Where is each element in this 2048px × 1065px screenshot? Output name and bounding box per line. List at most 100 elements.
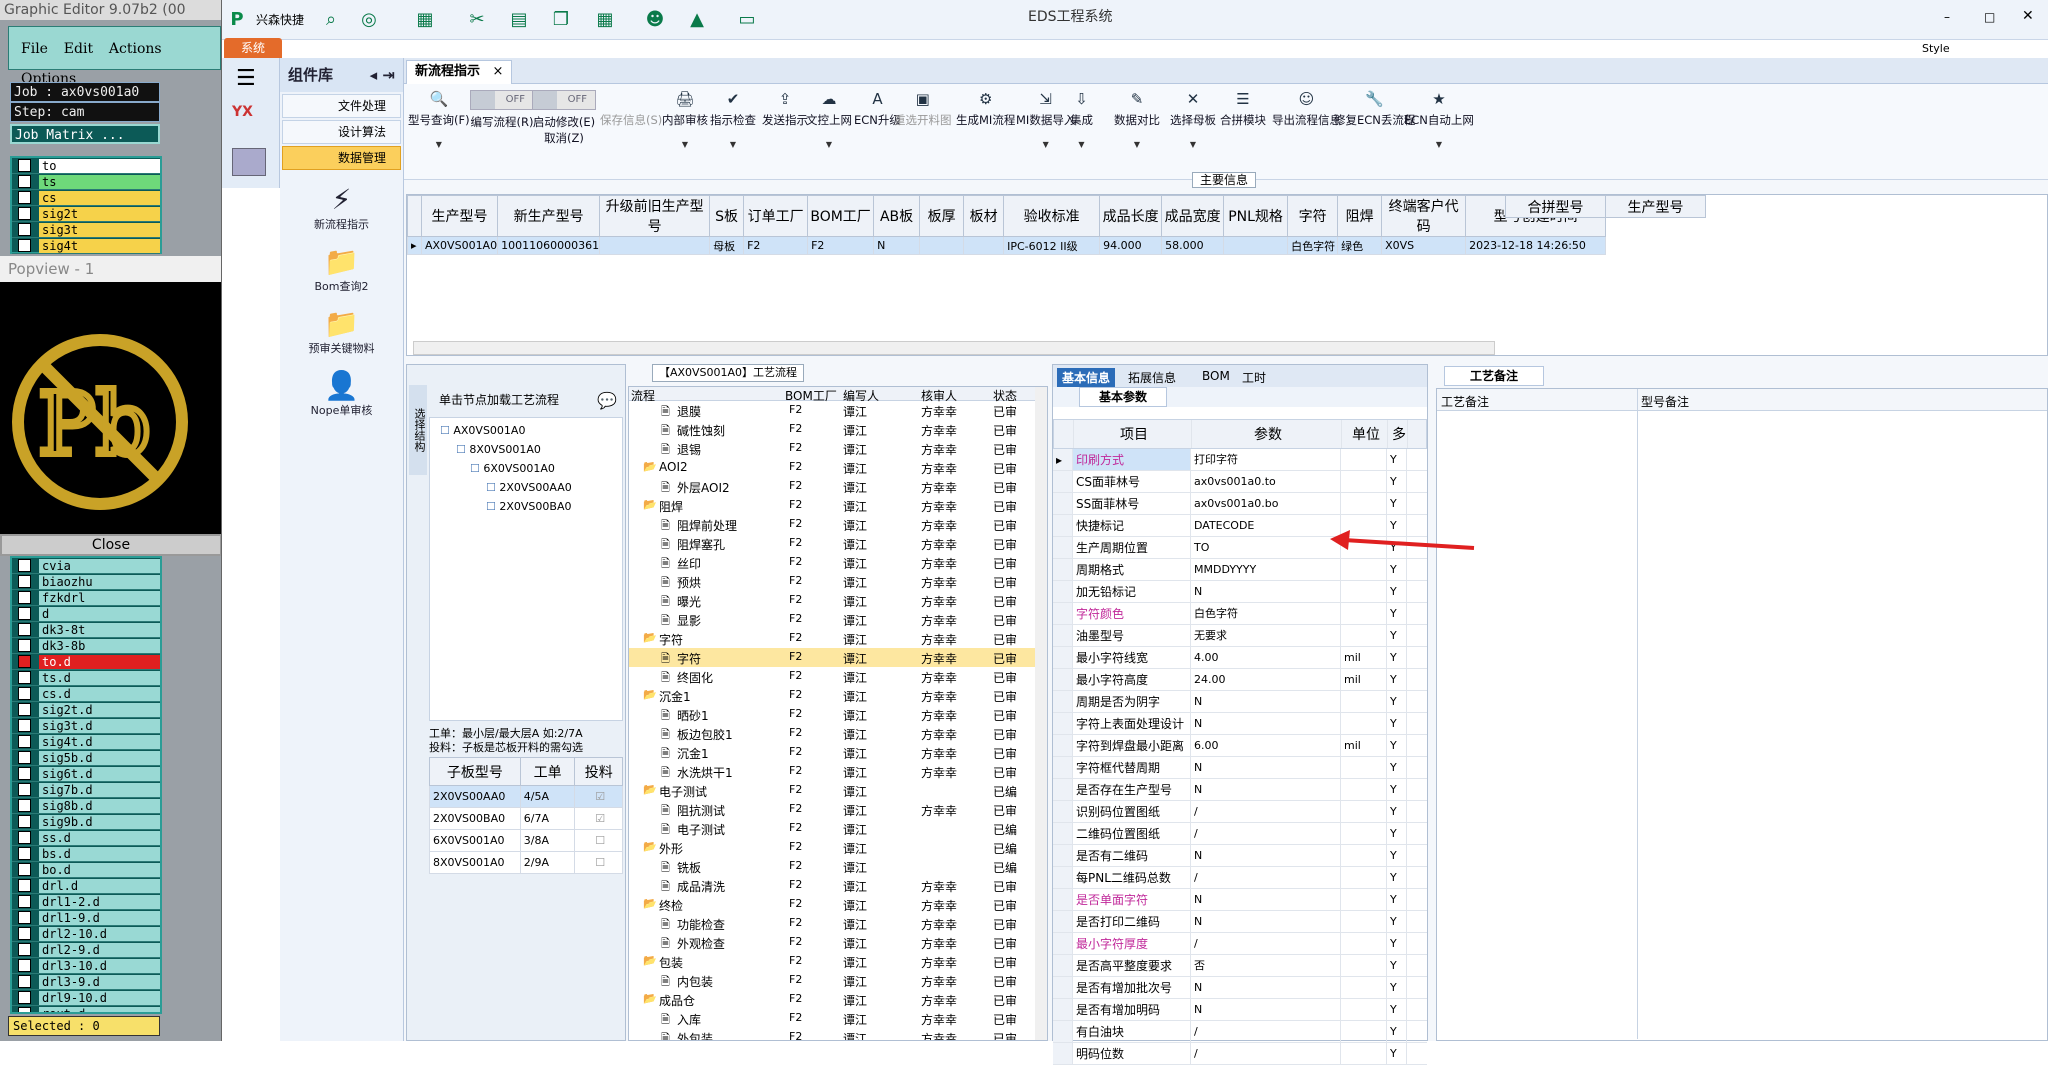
layer-row[interactable]: drl1-2.d <box>12 894 160 910</box>
layer-row[interactable]: sig5b.d <box>12 750 160 766</box>
layer-row[interactable]: rout.d <box>12 1006 160 1012</box>
layer-row[interactable]: drl.d <box>12 878 160 894</box>
list-item[interactable]: 🗎 电子测试 F2 谭江 已编 <box>629 819 1047 838</box>
scissors-icon[interactable]: ✂ <box>464 6 490 32</box>
param-value[interactable]: N <box>1191 977 1341 998</box>
layer-row[interactable]: ss.d <box>12 830 160 846</box>
layer-checkbox[interactable] <box>18 175 31 188</box>
layer-checkbox[interactable] <box>18 719 31 732</box>
param-value[interactable]: ax0vs001a0.to <box>1191 471 1341 492</box>
table-row[interactable]: 2X0VS00AA0 4/5A ☑ <box>429 785 623 808</box>
table-cell[interactable] <box>1223 236 1289 255</box>
column-header[interactable]: 新生产型号 <box>497 195 601 237</box>
list-item[interactable]: 🗎 功能检查 F2 谭江 方幸幸 已审 <box>629 914 1047 933</box>
layer-row[interactable]: drl9-10.d <box>12 990 160 1006</box>
list-item[interactable]: 🗎 碱性蚀刻 F2 谭江 方幸幸 已审 <box>629 420 1047 439</box>
list-item[interactable]: 📂 字符 F2 谭江 方幸幸 已审 <box>629 629 1047 648</box>
layer-checkbox[interactable] <box>18 559 31 572</box>
param-value[interactable]: N <box>1191 757 1341 778</box>
param-row[interactable]: 是否打印二维码 N Y <box>1053 911 1427 933</box>
table-cell[interactable]: 2X0VS00BA0 <box>429 807 521 830</box>
table-row[interactable]: 6X0VS001A0 3/8A ☐ <box>429 829 623 852</box>
param-row[interactable]: 周期格式 MMDDYYYY Y <box>1053 559 1427 581</box>
table-cell[interactable] <box>919 236 965 255</box>
info-tab[interactable]: 拓展信息 <box>1123 368 1181 387</box>
layer-checkbox[interactable] <box>18 623 31 636</box>
param-row[interactable]: 识别码位置图纸 / Y <box>1053 801 1427 823</box>
layer-checkbox[interactable] <box>18 751 31 764</box>
list-item[interactable]: 🗎 阻焊前处理 F2 谭江 方幸幸 已审 <box>629 515 1047 534</box>
column-header[interactable]: 投料 <box>574 757 623 786</box>
ribbon-button[interactable]: OFF 启动修改(E) 取消(Z) <box>532 90 596 146</box>
table-cell[interactable]: 4/5A <box>519 785 576 808</box>
ribbon-button[interactable]: ✎ 数据对比 ▼ <box>1114 90 1160 149</box>
table-cell[interactable]: 2X0VS00AA0 <box>429 785 521 808</box>
layer-checkbox[interactable] <box>18 879 31 892</box>
param-value[interactable]: TO <box>1191 537 1341 558</box>
param-row[interactable]: 字符框代替周期 N Y <box>1053 757 1427 779</box>
tree-node[interactable]: ☐ 2X0VS00AA0 <box>486 481 572 494</box>
layer-row[interactable]: sig9b.d <box>12 814 160 830</box>
param-row[interactable]: 是否高平整度要求否 Y <box>1053 955 1427 977</box>
layer-row[interactable]: drl2-9.d <box>12 942 160 958</box>
style-menu[interactable]: Style <box>1922 42 1950 55</box>
table-cell[interactable]: N <box>873 236 921 255</box>
param-row[interactable]: 字符上表面处理设计 N Y <box>1053 713 1427 735</box>
layer-row[interactable]: to.d <box>12 654 160 670</box>
param-row[interactable]: ▸ 印刷方式 打印字符 Y <box>1053 449 1427 471</box>
info-tab[interactable]: 基本信息 <box>1057 368 1116 387</box>
param-row[interactable]: 是否有增加批次号 N Y <box>1053 977 1427 999</box>
column-header[interactable]: 终端客户代码 <box>1381 195 1467 237</box>
param-value[interactable]: N <box>1191 845 1341 866</box>
close-button[interactable]: Close <box>0 534 221 556</box>
param-value[interactable]: 6.00 <box>1191 735 1341 756</box>
param-value[interactable]: / <box>1191 823 1341 844</box>
layer-row[interactable]: cs.d <box>12 686 160 702</box>
nav-item[interactable]: 数据管理 <box>282 146 401 170</box>
column-header[interactable]: 项目 <box>1074 420 1192 448</box>
list-item[interactable]: 🗎 外包装 F2 谭江 方幸幸 已审 <box>629 1028 1047 1040</box>
ribbon-button[interactable]: ☁ 文控上网 ▼ <box>806 90 852 149</box>
layer-row[interactable]: cvia <box>12 558 160 574</box>
ribbon-button[interactable]: ✔ 指示检查 ▼ <box>710 90 756 149</box>
param-value[interactable]: DATECODE <box>1191 515 1341 536</box>
layer-checkbox[interactable] <box>18 703 31 716</box>
layer-checkbox[interactable] <box>18 783 31 796</box>
column-header[interactable]: 生产型号 <box>420 195 499 237</box>
table-cell[interactable]: 3/8A <box>519 829 576 852</box>
layer-row[interactable]: drl2-10.d <box>12 926 160 942</box>
layer-row[interactable]: sig2t <box>12 206 160 222</box>
column-header[interactable]: 升级前旧生产型号 <box>599 195 711 237</box>
search-icon[interactable]: ⌕ <box>318 6 344 32</box>
layer-checkbox[interactable] <box>18 927 31 940</box>
column-header[interactable]: 板材 <box>963 195 1005 237</box>
list-item[interactable]: 📂 沉金1 F2 谭江 方幸幸 已审 <box>629 686 1047 705</box>
table-cell[interactable] <box>599 236 711 255</box>
param-row[interactable]: CS面菲林号 ax0vs001a0.to Y <box>1053 471 1427 493</box>
layer-checkbox[interactable] <box>18 847 31 860</box>
list-item[interactable]: 📂 包装 F2 谭江 方幸幸 已审 <box>629 952 1047 971</box>
dropdown-arrow-icon[interactable]: ▼ <box>662 140 708 149</box>
monitor-icon[interactable]: ▭ <box>734 6 760 32</box>
param-row[interactable]: 二维码位置图纸 / Y <box>1053 823 1427 845</box>
checkbox[interactable]: ☐ <box>574 851 623 874</box>
layer-checkbox[interactable] <box>18 655 31 668</box>
tool-item[interactable]: 📁 预审关键物料 <box>280 308 403 356</box>
param-value[interactable]: 打印字符 <box>1191 449 1341 470</box>
param-value[interactable]: N <box>1191 911 1341 932</box>
job-matrix-button[interactable]: Job Matrix ... <box>10 124 160 144</box>
param-row[interactable]: 明码位数 / Y <box>1053 1043 1427 1065</box>
layer-row[interactable]: bs.d <box>12 846 160 862</box>
layer-checkbox[interactable] <box>18 687 31 700</box>
film-icon[interactable]: ▤ <box>506 6 532 32</box>
column-header[interactable]: 阻焊 <box>1337 195 1383 237</box>
list-item[interactable]: 🗎 内包装 F2 谭江 方幸幸 已审 <box>629 971 1047 990</box>
layer-row[interactable]: biaozhu <box>12 574 160 590</box>
layer-checkbox[interactable] <box>18 239 31 252</box>
tab-new-process[interactable]: 新流程指示 × <box>406 60 513 84</box>
remark-tab[interactable]: 工艺备注 <box>1444 366 1544 386</box>
param-value[interactable]: N <box>1191 713 1341 734</box>
param-row[interactable]: 字符到焊盘最小距离 6.00 mil Y <box>1053 735 1427 757</box>
ribbon-button[interactable]: ⇪ 发送指示 <box>762 90 808 128</box>
nav-item[interactable]: 文件处理 <box>282 94 401 118</box>
